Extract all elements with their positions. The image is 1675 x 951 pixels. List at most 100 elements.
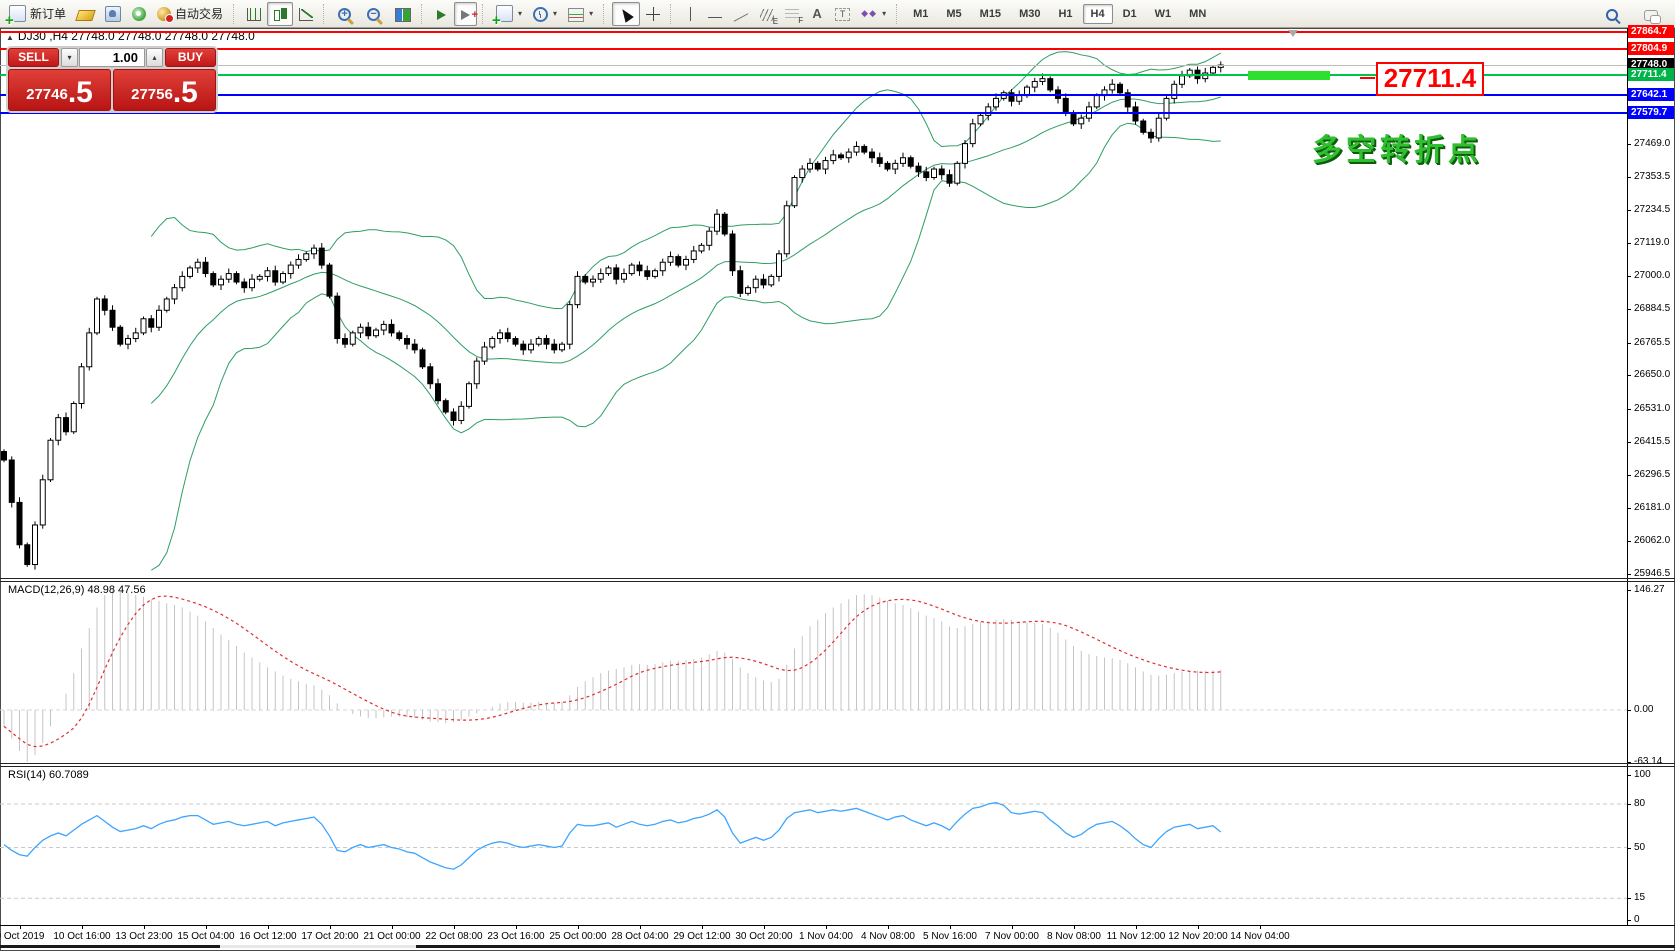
price-axis-label: 26181.0 <box>1634 501 1671 513</box>
zoom-in-button[interactable]: + <box>332 2 360 26</box>
tile-windows-button[interactable] <box>390 2 416 26</box>
price-axis-tick <box>1627 408 1631 410</box>
buy-button[interactable]: BUY <box>165 48 216 67</box>
trade-panel-price-row: 27746.5 27756.5 <box>8 69 216 111</box>
price-line-label: 27642.1 <box>1628 87 1674 101</box>
price-line-label: 27864.7 <box>1628 25 1674 39</box>
sell-price-box[interactable]: 27746.5 <box>8 69 111 111</box>
chart-shift-button[interactable] <box>454 1 478 26</box>
toolbar-separator <box>482 3 486 24</box>
dropdown-caret-icon[interactable]: ▾ <box>518 9 522 18</box>
new-order-button[interactable]: 新订单 <box>4 2 71 27</box>
crosshair-button[interactable] <box>641 2 665 26</box>
buy-price-box[interactable]: 27756.5 <box>113 69 216 111</box>
pane-separator <box>0 581 1675 582</box>
text-label-button[interactable]: T <box>830 2 855 26</box>
toolbar-separator <box>421 3 425 24</box>
turning-point-annotation[interactable]: 多空转折点 <box>1312 125 1482 169</box>
timeframe-d1[interactable]: D1 <box>1115 4 1145 24</box>
dropdown-caret-icon[interactable]: ▾ <box>553 9 557 18</box>
zoom-out-button[interactable]: − <box>361 2 389 26</box>
price-line[interactable] <box>0 48 1627 50</box>
arrows-button[interactable]: ◆◆ ▾ <box>856 2 891 26</box>
text-button[interactable]: A <box>805 2 829 26</box>
new-chart-button[interactable]: ▾ <box>491 2 527 27</box>
deposit-button[interactable] <box>72 2 99 26</box>
horizontal-scrollbar-thumb[interactable] <box>220 945 416 948</box>
vertical-line-button[interactable] <box>679 2 702 26</box>
auto-trading-label: 自动交易 <box>175 7 224 21</box>
price-axis-label: 27469.0 <box>1634 137 1671 149</box>
price-axis-tick <box>1627 475 1631 477</box>
timeframe-mn[interactable]: MN <box>1181 4 1214 24</box>
timeframe-m30[interactable]: M30 <box>1011 4 1048 24</box>
price-axis-line <box>1627 28 1628 925</box>
toolbar-separator <box>603 3 607 24</box>
macd-axis-tick <box>1627 710 1631 711</box>
timeframe-m5[interactable]: M5 <box>938 4 969 24</box>
auto-trading-button[interactable]: 自动交易 <box>152 2 228 26</box>
cursor-icon <box>618 6 634 23</box>
clock-icon <box>533 7 549 22</box>
rsi-axis-label: 50 <box>1634 841 1646 853</box>
sell-button[interactable]: SELL <box>8 48 59 67</box>
search-button[interactable] <box>1599 2 1629 26</box>
signals-button[interactable] <box>127 2 151 26</box>
candlestick-chart-button[interactable] <box>267 1 294 26</box>
price-callout-box[interactable]: 27711.4 <box>1376 62 1484 96</box>
dropdown-caret-icon[interactable]: ▾ <box>589 9 593 18</box>
dropdown-caret-icon[interactable]: ▾ <box>882 9 886 18</box>
price-axis-tick <box>1627 507 1631 509</box>
terminal-window: 新订单 自动交易 + − ▾ ▾ ▾ A T ◆◆ ▾ <box>0 0 1675 951</box>
macd-axis-tick <box>1627 590 1631 591</box>
price-axis-tick <box>1627 342 1631 344</box>
arrows-icon: ◆◆ <box>861 7 877 18</box>
price-axis-tick <box>1627 309 1631 310</box>
profile-icon <box>105 5 122 22</box>
line-chart-button[interactable] <box>294 2 318 26</box>
price-axis-tick <box>1627 210 1631 212</box>
price-axis-label: 26296.5 <box>1634 469 1671 481</box>
price-axis-label: 26531.0 <box>1634 402 1671 414</box>
volume-input[interactable] <box>79 48 145 67</box>
timeframe-h1[interactable]: H1 <box>1050 4 1080 24</box>
price-axis-tick <box>1627 375 1631 377</box>
toolbar-separator <box>233 3 237 24</box>
indicator-list-button[interactable]: ▾ <box>563 2 598 26</box>
period-button[interactable]: ▾ <box>528 2 562 26</box>
trendline-button[interactable] <box>728 2 754 26</box>
timeframe-h4[interactable]: H4 <box>1082 3 1113 24</box>
volume-decrease-button[interactable]: ▾ <box>61 48 78 67</box>
timeframe-w1[interactable]: W1 <box>1147 4 1180 24</box>
date-axis-line <box>0 925 1675 926</box>
pane-separator[interactable] <box>0 763 1675 764</box>
channel-icon <box>760 8 778 26</box>
price-line[interactable] <box>0 111 1627 114</box>
collapse-triangle-icon[interactable]: ▲ <box>6 33 14 42</box>
timeframe-m15[interactable]: M15 <box>972 4 1009 24</box>
vertical-line-icon <box>690 7 692 21</box>
trendline-icon <box>733 13 749 22</box>
date-axis-label: 14 Nov 04:00 <box>1230 931 1290 942</box>
auto-scroll-button[interactable] <box>430 2 453 26</box>
sell-price-main: 27746 <box>26 86 68 103</box>
pane-separator[interactable] <box>0 578 1675 579</box>
timeframe-m1[interactable]: M1 <box>905 4 936 24</box>
price-line-label: 27579.7 <box>1628 105 1674 119</box>
horizontal-line-button[interactable] <box>703 2 727 26</box>
green-highlight-segment[interactable] <box>1248 71 1330 80</box>
chart-shift-marker-icon[interactable] <box>1288 30 1298 37</box>
equidistant-channel-button[interactable] <box>755 2 779 26</box>
indicator-list-icon <box>568 7 585 22</box>
new-order-icon <box>5 5 26 27</box>
fibonacci-button[interactable] <box>780 2 804 26</box>
volume-increase-button[interactable]: ▴ <box>146 48 163 67</box>
fibonacci-icon <box>785 9 803 25</box>
profile-button[interactable] <box>100 2 126 26</box>
cursor-button[interactable] <box>612 1 641 26</box>
chat-button[interactable] <box>1639 2 1663 26</box>
price-axis-tick <box>1627 176 1631 178</box>
chart-window[interactable]: ▲ DJ30 ,H4 27748.0 27748.0 27748.0 27748.… <box>0 25 1675 951</box>
bar-chart-button[interactable] <box>242 2 266 26</box>
price-line[interactable] <box>0 31 1627 34</box>
